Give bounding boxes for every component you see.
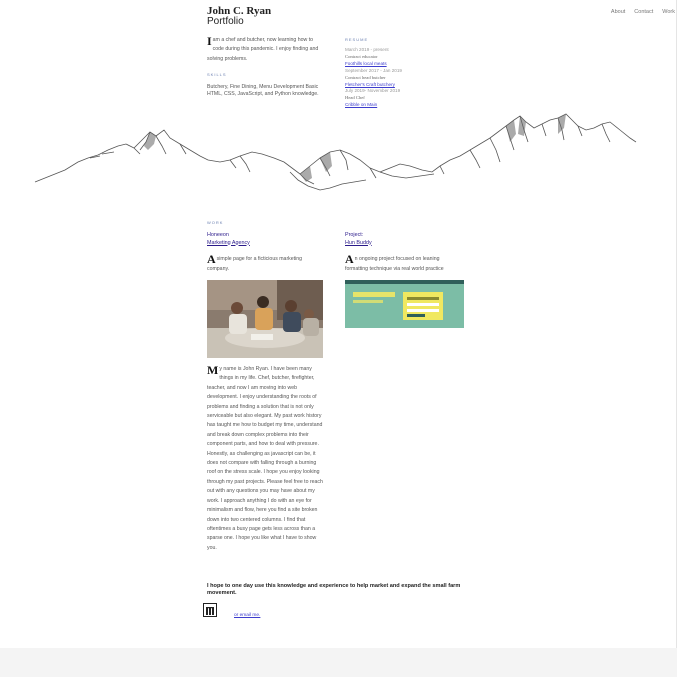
project1-text: simple page for a ficticious marketing c…	[207, 256, 303, 272]
resume-date: March 2019 - present	[345, 47, 389, 52]
jr-logo-icon	[206, 607, 214, 615]
project1-screenshot[interactable]	[207, 280, 323, 358]
intro-paragraph: I am a chef and butcher, now learning ho…	[207, 34, 325, 64]
project1-description: A simple page for a ficticious marketing…	[207, 252, 325, 274]
resume-employer-link[interactable]: Cribble on Main	[345, 102, 475, 109]
intro-dropcap: I	[207, 34, 212, 48]
project2-description: A n ongoing project focused on leaning f…	[345, 252, 463, 274]
resume-role: Head Chef	[345, 95, 365, 101]
project2-link[interactable]: Hun Buddy	[345, 240, 372, 246]
top-navigation: About Contact Work	[611, 9, 675, 15]
resume-entry: July 2019- November 2019 Head Chef Cribb…	[345, 88, 475, 109]
project2-text: n ongoing project focused on leaning for…	[345, 256, 444, 272]
intro-text: am a chef and butcher, now learning how …	[207, 37, 319, 62]
skills-heading: SKILLS	[207, 72, 227, 77]
project2-screenshot[interactable]	[345, 280, 464, 328]
project2-title: Project: Hun Buddy	[345, 232, 372, 247]
resume-date: July 2019- November 2019	[345, 88, 401, 94]
resume-entry: September 2017 - Jan 2019 Contract head …	[345, 68, 475, 89]
footer-bar	[0, 648, 677, 677]
project2-dropcap: A	[345, 252, 354, 266]
skills-text: Butchery, Fine Dining, Menu Development …	[207, 84, 319, 97]
nav-about-link[interactable]: About	[611, 9, 625, 15]
project1-link[interactable]: Marketing Agency	[207, 240, 250, 246]
bio-paragraph: M y name is John Ryan. I have been many …	[207, 363, 325, 553]
resume-list: March 2019 - present Contract educator F…	[345, 47, 475, 109]
resume-employer-link[interactable]: Foothills local meats	[345, 61, 475, 68]
site-subtitle: Portfolio	[207, 16, 244, 27]
resume-date: September 2017 - Jan 2019	[345, 67, 402, 73]
resume-role: Contract educator	[345, 53, 378, 59]
resume-entry: March 2019 - present Contract educator F…	[345, 47, 475, 68]
bio-dropcap: M	[207, 363, 219, 377]
mountain-illustration	[34, 113, 637, 191]
jr-logo-icon[interactable]	[203, 603, 217, 617]
team-meeting-image	[207, 280, 323, 358]
resume-employer-link[interactable]: Fletcher's Craft butchery	[345, 82, 475, 89]
bio-text: y name is John Ryan. I have been many th…	[207, 366, 323, 551]
nav-work-link[interactable]: Work	[662, 9, 675, 15]
email-link[interactable]: or email me.	[234, 613, 260, 618]
project2-title-line1: Project:	[345, 232, 364, 238]
project1-title: Honeeon Marketing Agency	[207, 232, 250, 247]
project1-title-line1: Honeeon	[207, 232, 229, 238]
portfolio-page: John C. Ryan Portfolio About Contact Wor…	[0, 0, 677, 677]
nav-contact-link[interactable]: Contact	[634, 9, 653, 15]
hun-buddy-preview-image	[345, 280, 464, 328]
project1-dropcap: A	[207, 252, 216, 266]
resume-role: Contract head butcher	[345, 74, 386, 80]
work-heading: WORK	[207, 220, 224, 225]
closing-statement: I hope to one day use this knowledge and…	[207, 583, 461, 597]
resume-heading: RESUME	[345, 37, 369, 42]
